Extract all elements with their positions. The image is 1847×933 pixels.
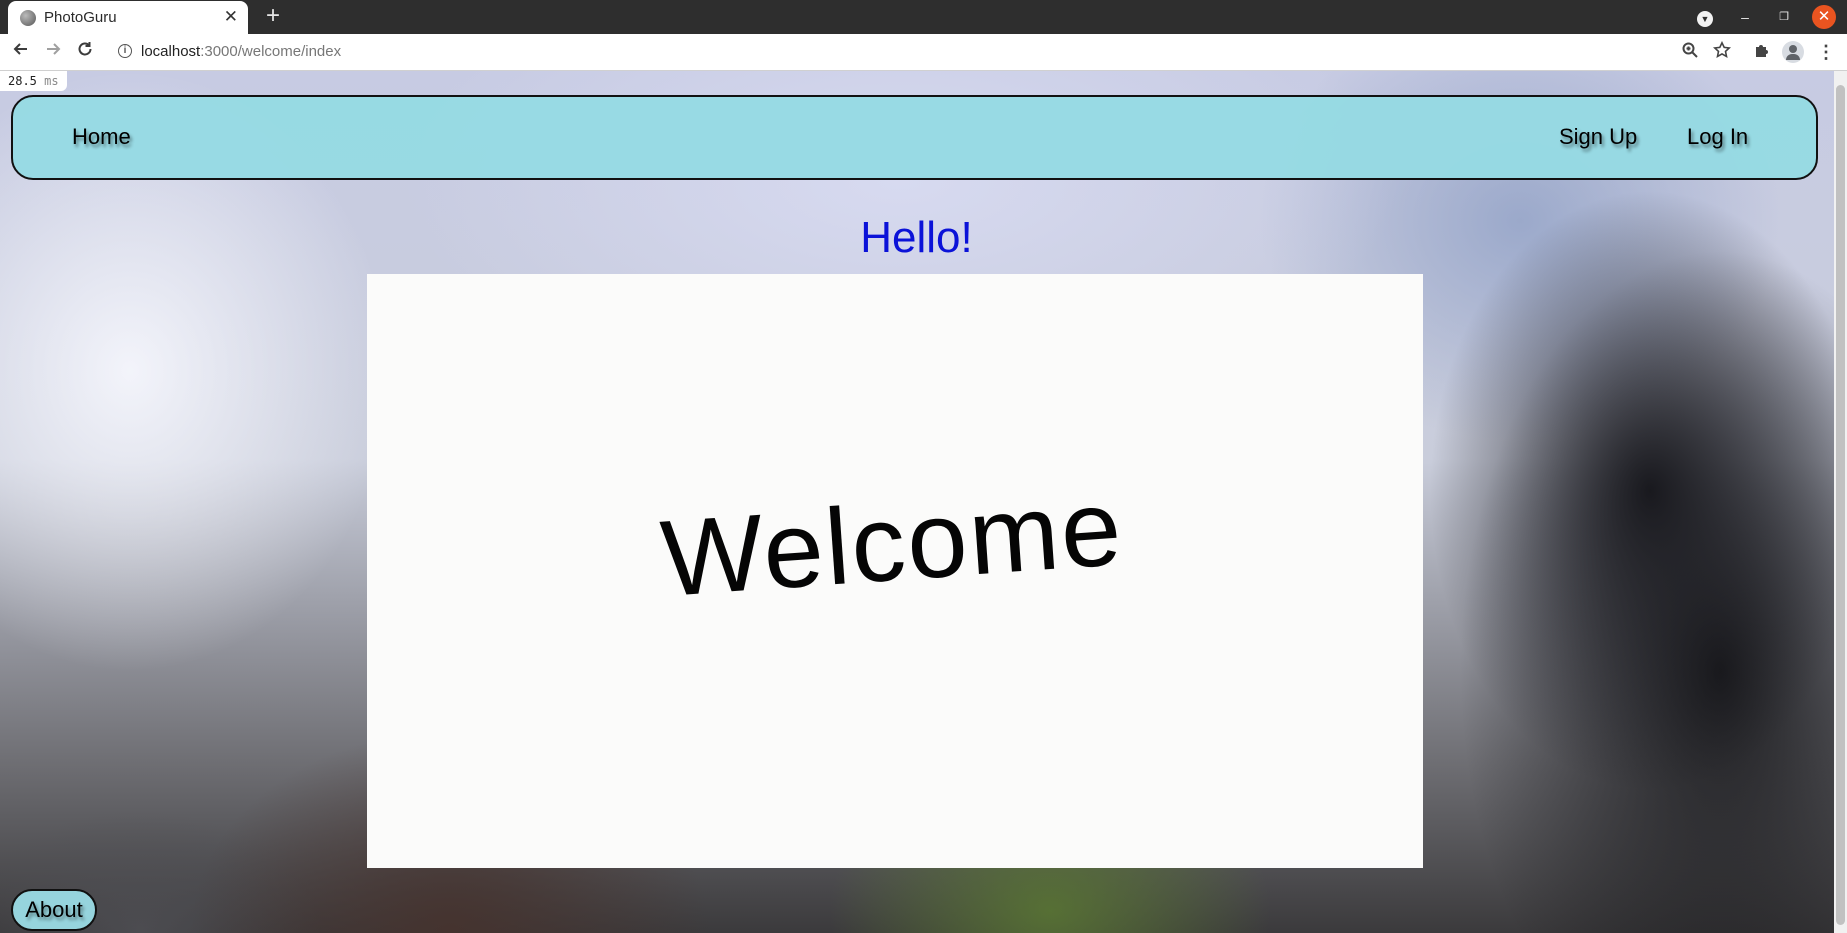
close-tab-icon[interactable]: ✕ [224,7,238,27]
tab-search-button[interactable]: ▼ [1693,5,1717,29]
chevron-down-icon: ▼ [1697,11,1713,27]
tab-title: PhotoGuru [44,9,117,26]
window-close-button[interactable]: ✕ [1812,5,1836,29]
page-heading: Hello! [860,213,973,262]
site-info-icon[interactable]: i [118,44,132,58]
zoom-icon[interactable] [1679,41,1701,63]
nav-login-link[interactable]: Log In [1687,124,1748,150]
star-icon[interactable] [1711,40,1733,63]
maximize-button[interactable]: ❐ [1772,5,1796,29]
vertical-scrollbar[interactable] [1834,71,1847,933]
reload-icon[interactable] [73,40,97,64]
welcome-text: Welcome [657,465,1127,619]
extensions-icon[interactable] [1751,41,1773,63]
profile-icon[interactable] [1782,41,1804,63]
render-timing-badge: 28.5 ms [0,71,67,91]
nav-signup-link[interactable]: Sign Up [1559,124,1637,150]
photoguru-favicon-icon [20,10,36,26]
minimize-button[interactable]: – [1733,5,1757,29]
timing-value: 28.5 [8,74,37,88]
nav-home-link[interactable]: Home [72,124,131,150]
url-path: :3000/welcome/index [200,43,342,60]
back-arrow-icon[interactable] [9,40,33,64]
address-input[interactable]: localhost:3000/welcome/index [141,43,341,60]
url-host: localhost [141,43,201,60]
timing-unit: ms [44,74,59,88]
site-navbar: Home Sign Up Log In [11,95,1818,180]
forward-arrow-icon[interactable] [41,40,65,64]
page-viewport: 28.5 ms Home Sign Up Log In Hello! Welco… [0,71,1847,933]
welcome-text-wrapper: Welcome [367,274,1423,868]
browser-tab-strip: PhotoGuru ✕ + ▼ – ❐ ✕ [0,0,1847,34]
scrollbar-thumb[interactable] [1836,85,1845,925]
browser-tab[interactable]: PhotoGuru ✕ [8,1,248,34]
menu-icon[interactable]: ⋮ [1815,41,1837,63]
welcome-image: Welcome [367,274,1423,868]
new-tab-button[interactable]: + [260,3,286,29]
about-button[interactable]: About [11,889,97,931]
browser-toolbar: i localhost:3000/welcome/index ⋮ [0,34,1847,71]
